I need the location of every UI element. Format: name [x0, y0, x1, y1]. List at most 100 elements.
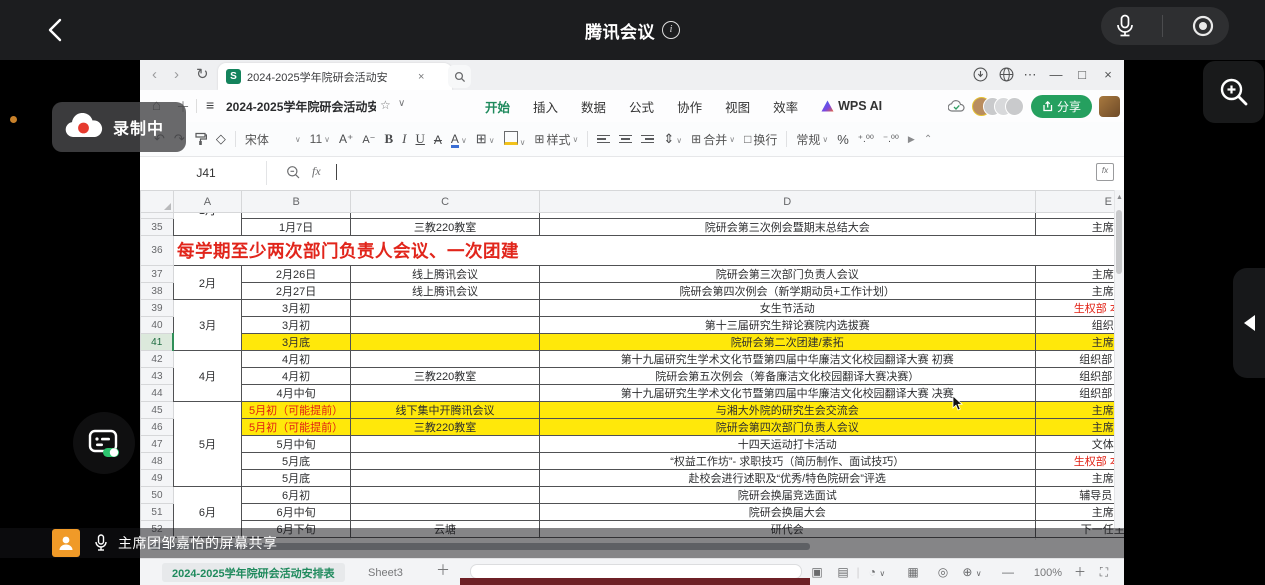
cell[interactable] — [351, 317, 540, 334]
row-header-46[interactable]: 46 — [141, 419, 174, 436]
row-header-42[interactable]: 42 — [141, 351, 174, 368]
cell[interactable] — [351, 470, 540, 487]
cell[interactable]: 主席团 — [1035, 266, 1124, 283]
cell[interactable] — [351, 453, 540, 470]
cell[interactable]: 线上腾讯会议 — [351, 283, 540, 300]
cell[interactable]: 主席团 — [1035, 283, 1124, 300]
user-avatar[interactable] — [1099, 96, 1120, 117]
cell[interactable]: 院研会第五次例会（筹备廉洁文化校园翻译大赛决赛） — [539, 368, 1035, 385]
sheet-tab-active[interactable]: 2024-2025学年院研会活动安排表 — [162, 563, 345, 582]
browser-back-icon[interactable]: ‹ — [152, 60, 157, 90]
cell[interactable]: 第十三届研究生辩论赛院内选拔赛 — [539, 317, 1035, 334]
tab-search-button[interactable] — [448, 65, 471, 88]
cell[interactable] — [351, 487, 540, 504]
hamburger-menu-icon[interactable]: ≡ — [206, 97, 214, 113]
row-header-49[interactable]: 49 — [141, 470, 174, 487]
cell[interactable] — [351, 334, 540, 351]
globe-icon[interactable] — [994, 60, 1018, 90]
wps-ai-tab[interactable]: WPS AI — [821, 99, 882, 113]
font-name-select[interactable]: 宋体∨ — [245, 131, 301, 148]
browser-refresh-icon[interactable]: ↻ — [196, 60, 209, 90]
vertical-scrollbar-thumb[interactable] — [1116, 210, 1122, 274]
scroll-up-arrow-icon[interactable]: ▲ — [1115, 194, 1124, 201]
cell[interactable]: 1月7日 — [241, 219, 350, 236]
format-painter-icon[interactable] — [194, 132, 207, 146]
column-header-E[interactable]: E — [1035, 191, 1124, 213]
column-header-C[interactable]: C — [351, 191, 540, 213]
cell[interactable]: 赴校会进行述职及“优秀/特色院研会”评选 — [539, 470, 1035, 487]
merge-cells-button[interactable]: ⊞合并∨ — [691, 131, 735, 148]
increase-decimal-button[interactable]: ⁺.⁰⁰ — [858, 134, 874, 145]
cell[interactable]: 线下集中开腾讯会议 — [351, 402, 540, 419]
panel-collapse-tab[interactable] — [1233, 268, 1265, 378]
align-center-button[interactable] — [619, 133, 632, 146]
cell[interactable]: 4月中旬 — [241, 385, 350, 402]
cell[interactable]: 院研会第四次部门负责人会议 — [539, 419, 1035, 436]
cell[interactable]: 组织部 宣传 — [1035, 368, 1124, 385]
cell[interactable] — [351, 300, 540, 317]
cell[interactable] — [351, 436, 540, 453]
cell[interactable]: 院研会第三次部门负责人会议 — [539, 266, 1035, 283]
cell-style-button[interactable]: ⊞样式∨ — [534, 131, 578, 148]
record-icon[interactable] — [1191, 14, 1215, 38]
column-header-D[interactable]: D — [539, 191, 1035, 213]
month-cell[interactable]: 1月 — [173, 213, 241, 236]
decrease-decimal-button[interactable]: ⁻.⁰⁰ — [883, 134, 899, 145]
ribbon-tab-5[interactable]: 视图 — [725, 97, 750, 116]
month-cell[interactable]: 5月 — [173, 402, 241, 487]
center-view-icon[interactable]: ⊕ ∨ — [958, 559, 986, 585]
banner-cell[interactable]: 每学期至少两次部门负责人会议、一次团建 — [173, 236, 1124, 266]
minimize-icon[interactable]: — — [1044, 60, 1068, 90]
cloud-sync-icon[interactable] — [948, 99, 965, 113]
font-size-select[interactable]: 11∨ — [310, 132, 330, 146]
eye-protect-icon[interactable]: ◎ — [932, 559, 954, 585]
cell[interactable]: 主席团 — [1035, 419, 1124, 436]
month-cell[interactable]: 2月 — [173, 266, 241, 300]
cell[interactable]: 三教220教室 — [351, 419, 540, 436]
cell[interactable]: 主席团 — [1035, 334, 1124, 351]
cell[interactable]: 院研会第四次例会（新学期动员+工作计划） — [539, 283, 1035, 300]
cell[interactable]: 院研会换届竞选面试 — [539, 487, 1035, 504]
row-header-50[interactable]: 50 — [141, 487, 174, 504]
row-header-39[interactable]: 39 — [141, 300, 174, 317]
cell[interactable]: 女生节活动 — [539, 300, 1035, 317]
sheet-tab-sheet3[interactable]: Sheet3 — [368, 563, 403, 582]
increase-font-button[interactable]: A⁺ — [339, 132, 353, 146]
cell[interactable]: 5月初（可能提前） — [241, 419, 350, 436]
month-cell[interactable]: 4月 — [173, 351, 241, 402]
cell[interactable]: 主席团 — [1035, 402, 1124, 419]
row-header-43[interactable]: 43 — [141, 368, 174, 385]
eraser-icon[interactable]: ◇ — [216, 131, 226, 147]
close-window-icon[interactable]: × — [1096, 60, 1120, 90]
browser-forward-icon[interactable]: › — [174, 60, 179, 90]
special-features-icon[interactable]: ◔ ∨ — [864, 559, 890, 585]
toolbar-overflow-button[interactable]: ▶ — [908, 134, 915, 145]
vertical-scrollbar[interactable]: ▲ — [1114, 190, 1124, 528]
share-button[interactable]: 分享 — [1031, 95, 1092, 118]
column-header-B[interactable]: B — [241, 191, 350, 213]
cell[interactable]: “权益工作坊”- 求职技巧（简历制作、面试技巧） — [539, 453, 1035, 470]
magnify-button[interactable] — [1203, 61, 1264, 123]
zoom-in-button[interactable]: ＋ — [1070, 559, 1090, 585]
cell[interactable]: 2月27日 — [241, 283, 350, 300]
cell[interactable]: 组织部 — [1035, 317, 1124, 334]
cell[interactable] — [351, 385, 540, 402]
fullscreen-button[interactable]: ⛶ — [1094, 559, 1114, 585]
sheet-scrollbar[interactable] — [470, 564, 802, 579]
cell[interactable]: 院研会换届大会 — [539, 504, 1035, 521]
wrap-text-button[interactable]: □换行 — [744, 131, 777, 148]
row-header-44[interactable]: 44 — [141, 385, 174, 402]
ribbon-tab-4[interactable]: 协作 — [677, 97, 702, 116]
cell[interactable]: 5月初（可能提前） — [241, 402, 350, 419]
collaborator-avatars[interactable] — [972, 97, 1024, 116]
grid-view-icon[interactable]: ▦ — [902, 559, 924, 585]
tab-close-icon[interactable]: × — [418, 71, 424, 83]
strikethrough-button[interactable]: A — [434, 132, 442, 147]
cell[interactable]: 辅导员 主席 — [1035, 487, 1124, 504]
cell[interactable]: 4月初 — [241, 351, 350, 368]
row-header-47[interactable]: 47 — [141, 436, 174, 453]
number-format-select[interactable]: 常规∨ — [796, 131, 828, 148]
cell[interactable]: 5月底 — [241, 470, 350, 487]
doc-title-caret-icon[interactable]: ∨ — [398, 98, 405, 109]
row-header-45[interactable]: 45 — [141, 402, 174, 419]
